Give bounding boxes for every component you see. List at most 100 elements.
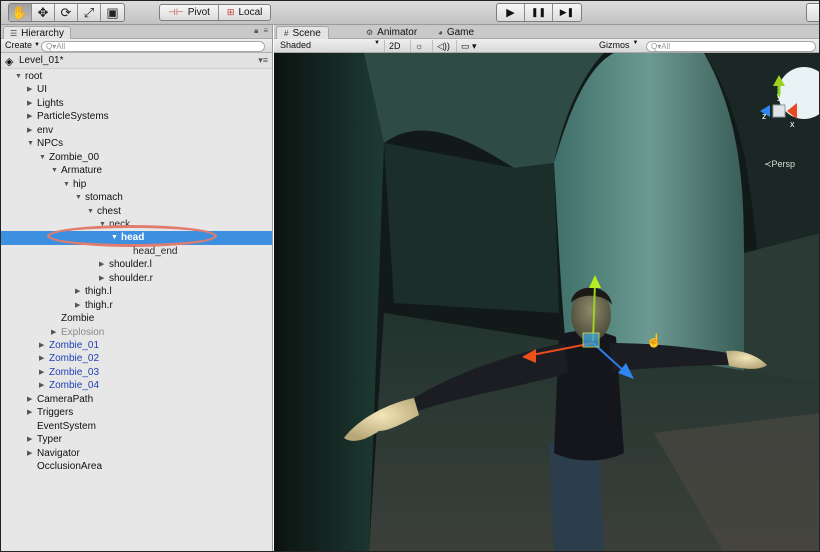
collapsed-arrow-icon[interactable]: ▶ — [27, 124, 32, 137]
hierarchy-item[interactable]: ▼ root — [1, 70, 272, 83]
collapsed-arrow-icon[interactable]: ▶ — [27, 406, 32, 419]
hierarchy-item[interactable]: ▼ hip — [1, 178, 272, 191]
hierarchy-item[interactable]: ▼ Armature — [1, 164, 272, 177]
pivot-button[interactable]: ⊣⊢ Pivot — [160, 5, 219, 20]
collapsed-arrow-icon[interactable]: ▶ — [27, 110, 32, 123]
collapsed-arrow-icon[interactable]: ▶ — [27, 97, 32, 110]
hierarchy-item[interactable]: ▶ ParticleSystems — [1, 110, 272, 123]
local-button[interactable]: ⊞ Local — [219, 5, 270, 20]
collapsed-arrow-icon[interactable]: ▶ — [99, 272, 104, 285]
expanded-arrow-icon[interactable]: ▼ — [63, 178, 70, 191]
hierarchy-item[interactable]: ▶ Typer — [1, 433, 272, 446]
collapsed-arrow-icon[interactable]: ▶ — [51, 326, 56, 339]
scene-viewport[interactable]: y z x ≺Persp ☝ — [274, 53, 819, 551]
hierarchy-item[interactable]: ▶ shoulder.r — [1, 272, 272, 285]
hierarchy-item[interactable]: ▶ Explosion — [1, 326, 272, 339]
rect-tool-button[interactable]: ▣ — [101, 4, 124, 21]
chevron-down-icon: ▼ — [34, 42, 40, 48]
hierarchy-item[interactable]: ▶ thigh.l — [1, 285, 272, 298]
expanded-arrow-icon[interactable]: ▼ — [51, 164, 58, 177]
effects-dropdown[interactable]: ▭ ▾ — [456, 40, 481, 52]
expanded-arrow-icon[interactable]: ▼ — [111, 231, 118, 244]
hierarchy-item[interactable]: OcclusionArea — [1, 460, 272, 473]
hierarchy-item[interactable]: ▶ Navigator — [1, 447, 272, 460]
expanded-arrow-icon[interactable]: ▼ — [27, 137, 34, 150]
gizmo-center — [582, 332, 600, 348]
hierarchy-item[interactable]: ▶ shoulder.l — [1, 258, 272, 271]
hierarchy-item[interactable]: ▶ Zombie_01 — [1, 339, 272, 352]
hand-tool-button[interactable]: ✋ — [9, 4, 32, 21]
expanded-arrow-icon[interactable]: ▼ — [15, 70, 22, 83]
collapsed-arrow-icon[interactable]: ▶ — [39, 339, 44, 352]
collapsed-arrow-icon[interactable]: ▶ — [75, 299, 80, 312]
cloud-button[interactable] — [806, 3, 819, 22]
hierarchy-item[interactable]: EventSystem — [1, 420, 272, 433]
hierarchy-item-selected[interactable]: ▼ head — [1, 225, 272, 248]
lighting-toggle[interactable]: ☼ — [410, 40, 427, 52]
hierarchy-item[interactable]: ▼ Zombie_00 — [1, 151, 272, 164]
rotate-tool-button[interactable]: ⟳ — [55, 4, 78, 21]
expanded-arrow-icon[interactable]: ▼ — [87, 205, 94, 218]
tab-scene[interactable]: # Scene — [276, 26, 329, 39]
hierarchy-item-label: Zombie_03 — [49, 366, 100, 378]
hierarchy-item[interactable]: ▶ Lights — [1, 97, 272, 110]
step-button[interactable]: ▶❚ — [553, 4, 581, 21]
2d-label: 2D — [389, 41, 401, 51]
hierarchy-item-label: neck — [109, 218, 131, 230]
pause-button[interactable]: ❚❚ — [525, 4, 553, 21]
collapsed-arrow-icon[interactable]: ▶ — [39, 352, 44, 365]
hierarchy-item[interactable]: ▶ Zombie_03 — [1, 366, 272, 379]
scene-header-row[interactable]: ◈ Level_01* ▾≡ — [1, 53, 272, 69]
scene-search-input[interactable]: Q▾All — [646, 41, 816, 52]
hierarchy-item[interactable]: ▶ Zombie_02 — [1, 352, 272, 365]
hierarchy-item[interactable]: ▼ chest — [1, 205, 272, 218]
expanded-arrow-icon[interactable]: ▼ — [99, 218, 106, 231]
collapsed-arrow-icon[interactable]: ▶ — [75, 285, 80, 298]
move-tool-button[interactable]: ✥ — [32, 4, 55, 21]
local-icon: ⊞ — [226, 7, 235, 17]
back-corridor — [384, 143, 559, 313]
persp-label[interactable]: ≺Persp — [764, 159, 795, 170]
hierarchy-item[interactable]: Zombie — [1, 312, 272, 325]
tab-scene-label: Scene — [292, 27, 321, 39]
audio-toggle[interactable]: ◁)) — [432, 40, 454, 52]
scene-toolbar: Shaded ▼ 2D ☼ ◁)) ▭ ▾ Gizmos ▼ Q▾All — [274, 39, 819, 53]
collapsed-arrow-icon[interactable]: ▶ — [39, 379, 44, 392]
hierarchy-item[interactable]: head_end — [1, 245, 272, 258]
create-button[interactable]: Create ▼ — [5, 40, 40, 50]
collapsed-arrow-icon[interactable]: ▶ — [27, 447, 32, 460]
hierarchy-item[interactable]: ▶ UI — [1, 83, 272, 96]
step-icon: ▶❚ — [559, 7, 575, 17]
scene-search-placeholder: Q▾All — [651, 42, 671, 51]
scene-menu-icon[interactable]: ▾≡ — [258, 55, 268, 66]
hierarchy-item[interactable]: ▼ neck — [1, 218, 272, 231]
tab-game[interactable]: ◕ Game — [431, 26, 481, 39]
expanded-arrow-icon[interactable]: ▼ — [39, 151, 46, 164]
hierarchy-item[interactable]: ▶ CameraPath — [1, 393, 272, 406]
expanded-arrow-icon[interactable]: ▼ — [75, 191, 82, 204]
gizmos-dropdown[interactable]: Gizmos ▼ — [599, 40, 638, 50]
play-button[interactable]: ▶ — [497, 4, 525, 21]
lock-icon[interactable]: 🔒︎ — [254, 26, 258, 36]
scene-name: Level_01* — [19, 55, 64, 66]
collapsed-arrow-icon[interactable]: ▶ — [27, 83, 32, 96]
search-placeholder: Q▾All — [46, 42, 66, 51]
2d-toggle[interactable]: 2D — [384, 40, 405, 52]
hierarchy-item[interactable]: ▶ Zombie_04 — [1, 379, 272, 392]
hierarchy-item[interactable]: ▶ thigh.r — [1, 299, 272, 312]
hierarchy-item[interactable]: ▶ env — [1, 124, 272, 137]
scale-tool-button[interactable]: ⤢ — [78, 4, 101, 21]
hierarchy-search-input[interactable]: Q▾All — [41, 41, 265, 52]
hierarchy-item-label: shoulder.r — [109, 272, 153, 284]
tab-animator[interactable]: ⚙ Animator — [359, 26, 424, 39]
shading-mode-dropdown[interactable]: Shaded ▼ — [280, 40, 380, 50]
collapsed-arrow-icon[interactable]: ▶ — [99, 258, 104, 271]
tab-hierarchy[interactable]: ☰ Hierarchy — [3, 26, 71, 39]
hierarchy-item[interactable]: ▼ stomach — [1, 191, 272, 204]
panel-menu-icon[interactable]: ≡ — [263, 26, 268, 36]
collapsed-arrow-icon[interactable]: ▶ — [27, 433, 32, 446]
collapsed-arrow-icon[interactable]: ▶ — [27, 393, 32, 406]
hierarchy-item[interactable]: ▶ Triggers — [1, 406, 272, 419]
collapsed-arrow-icon[interactable]: ▶ — [39, 366, 44, 379]
hierarchy-item[interactable]: ▼ NPCs — [1, 137, 272, 150]
